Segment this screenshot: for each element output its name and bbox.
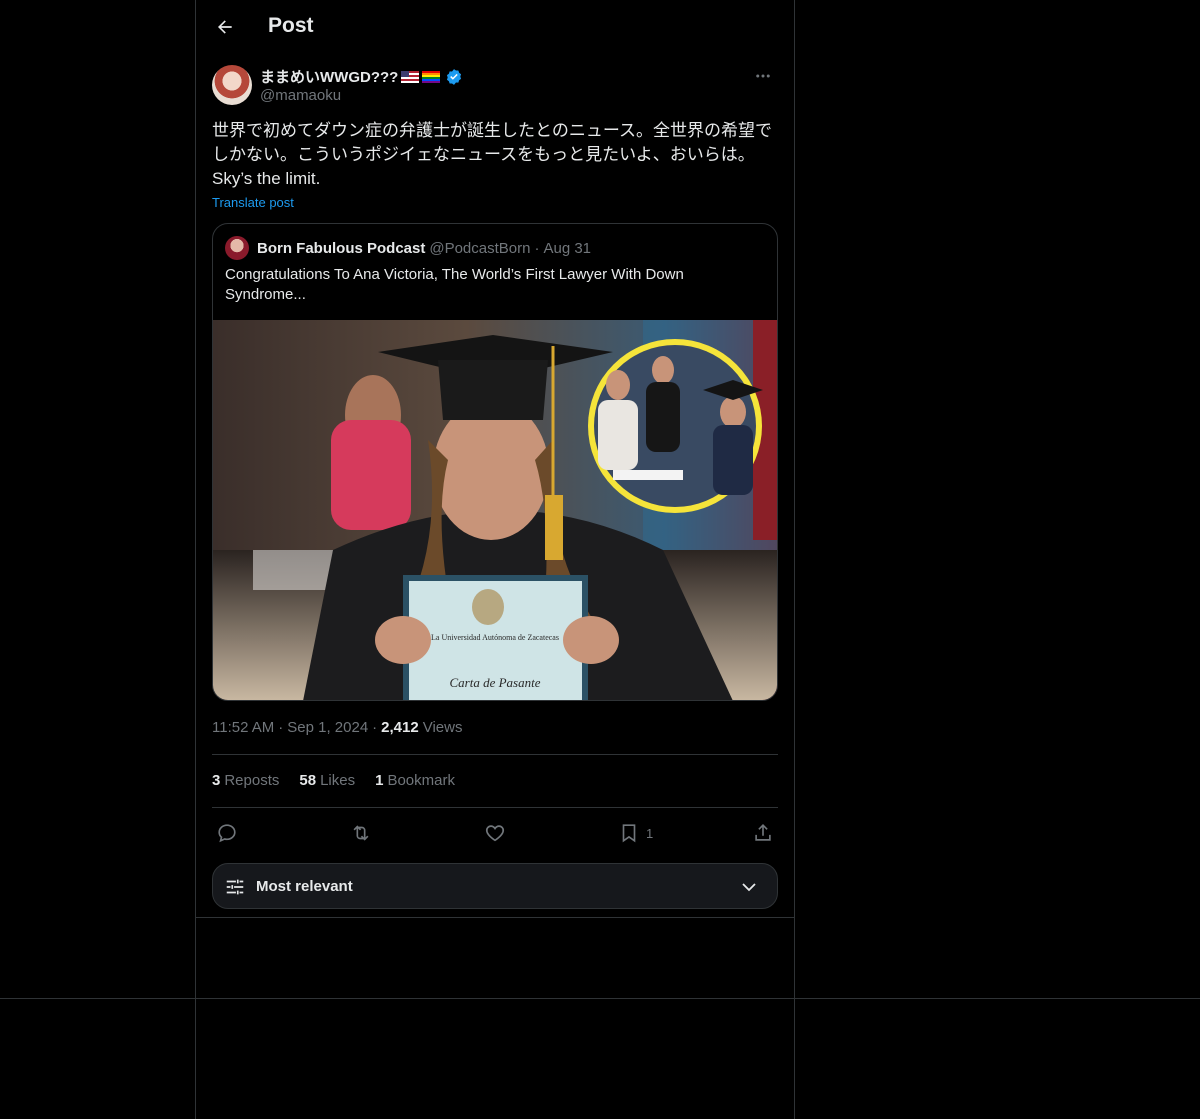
bookmark-count: 1	[646, 825, 654, 841]
like-button[interactable]	[484, 821, 506, 845]
post-meta: 11:52 AM · Sep 1, 2024 · 2,412 Views	[212, 719, 462, 736]
quoted-post-text: Congratulations To Ana Victoria, The Wor…	[225, 266, 684, 303]
share-button[interactable]	[752, 821, 774, 845]
repost-button[interactable]	[350, 821, 372, 845]
page-header: Post	[196, 0, 794, 54]
bookmark-icon	[622, 824, 636, 843]
quoted-author-handle: @PodcastBorn	[429, 239, 531, 257]
views-count: 2,412	[381, 719, 419, 736]
reply-icon	[218, 824, 236, 843]
avatar[interactable]	[212, 65, 252, 105]
heart-icon	[485, 825, 505, 842]
rainbow-flag-icon	[422, 70, 441, 83]
chevron-down-icon	[742, 883, 756, 892]
main-column: Post ままめいWWGD??? @mamaoku 世界で初めてダウン症の弁護士…	[195, 0, 795, 1119]
bookmarks-label: Bookmark	[387, 772, 455, 789]
quoted-post-image[interactable]: La Universidad Autónoma de Zacatecas Car…	[213, 320, 777, 701]
share-icon	[755, 824, 771, 841]
reposts-count: 3	[212, 772, 221, 789]
likes-count: 58	[299, 772, 317, 789]
bookmark-button[interactable]: 1	[618, 821, 653, 845]
quoted-author-name: Born Fabulous Podcast	[257, 239, 426, 257]
translate-post-link[interactable]: Translate post	[212, 195, 294, 210]
divider	[196, 917, 794, 918]
us-flag-icon	[401, 70, 420, 83]
post-date[interactable]: Sep 1, 2024	[287, 719, 368, 736]
more-horizontal-icon	[756, 74, 770, 78]
quoted-separator: ·	[534, 239, 540, 257]
reposts-stat[interactable]: 3 Reposts	[212, 772, 279, 789]
action-bar: 1	[212, 818, 778, 848]
views-label: Views	[422, 719, 463, 736]
certificate-line-1: La Universidad Autónoma de Zacatecas	[431, 633, 559, 642]
post-text: 世界で初めてダウン症の弁護士が誕生したとのニュース。全世界の希望でしかない。こう…	[212, 121, 772, 188]
bookmarks-count: 1	[375, 772, 384, 789]
quoted-post[interactable]: Born Fabulous Podcast @PodcastBorn · Aug…	[212, 223, 778, 701]
likes-stat[interactable]: 58 Likes	[299, 772, 355, 789]
verified-badge-icon[interactable]	[445, 68, 463, 86]
meta-separator: ·	[372, 719, 378, 736]
repost-icon	[353, 825, 369, 841]
likes-label: Likes	[320, 772, 356, 789]
reply-button[interactable]	[216, 821, 238, 845]
page-title: Post	[268, 14, 314, 37]
quoted-date: Aug 31	[543, 239, 592, 257]
quoted-avatar	[225, 236, 249, 260]
divider	[212, 807, 778, 808]
reposts-label: Reposts	[224, 772, 280, 789]
meta-separator: ·	[278, 719, 284, 736]
reply-sort-dropdown[interactable]: Most relevant	[212, 863, 778, 909]
quoted-post-header: Born Fabulous Podcast @PodcastBorn · Aug…	[225, 236, 591, 260]
arrow-left-icon	[218, 20, 232, 34]
author-handle[interactable]: @mamaoku	[260, 87, 341, 104]
author-name[interactable]: ままめいWWGD???	[260, 66, 398, 87]
divider	[212, 754, 778, 755]
post-stats: 3 Reposts 58 Likes 1 Bookmark	[212, 772, 455, 789]
author-name-row: ままめいWWGD???	[260, 66, 463, 87]
bookmarks-stat[interactable]: 1 Bookmark	[375, 772, 455, 789]
sort-label: Most relevant	[256, 878, 353, 895]
back-button[interactable]	[210, 12, 240, 42]
post-author: ままめいWWGD??? @mamaoku	[212, 64, 778, 108]
sliders-icon	[226, 879, 244, 895]
certificate-line-2: Carta de Pasante	[450, 675, 541, 690]
post-time[interactable]: 11:52 AM	[212, 719, 274, 736]
more-button[interactable]	[748, 64, 778, 88]
